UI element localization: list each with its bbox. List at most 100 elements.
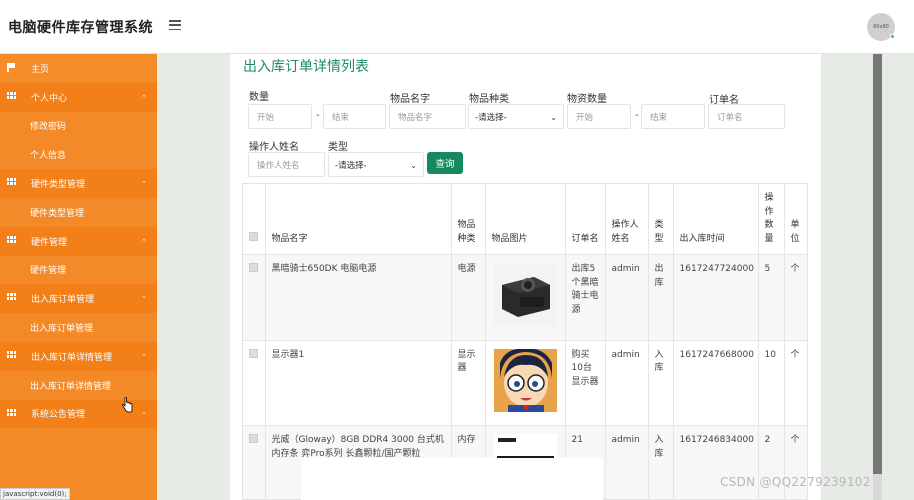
- stock-qty-label: 物资数量: [567, 94, 607, 105]
- row-checkbox-cell[interactable]: [243, 425, 266, 499]
- range-dash: -: [635, 110, 639, 121]
- type-label: 类型: [328, 142, 348, 153]
- item-type-select[interactable]: -请选择- ⌄: [468, 104, 564, 129]
- stock-end-input[interactable]: 结束: [641, 104, 705, 129]
- select-all-cell[interactable]: [243, 184, 266, 255]
- item-type-selected: -请选择-: [475, 112, 507, 123]
- chevron-down-icon: ⌄: [410, 161, 417, 170]
- operator-input[interactable]: 操作人姓名: [248, 152, 325, 177]
- sidebar-item-label: 个人中心: [31, 93, 68, 104]
- cell-qty: 5: [758, 254, 785, 341]
- grid-icon: [7, 235, 16, 245]
- col-time: 出入库时间: [673, 184, 759, 255]
- sidebar-item-label: 出入库订单详情管理: [30, 381, 112, 392]
- range-dash: -: [316, 110, 320, 121]
- row-checkbox-cell[interactable]: [243, 340, 266, 426]
- sidebar-item-8[interactable]: 出入库订单管理 ⌃: [0, 284, 157, 314]
- chevron-up-icon: ⌃: [141, 237, 147, 246]
- sidebar-item-11[interactable]: 出入库订单详情管理: [0, 371, 157, 400]
- chevron-up-icon: ⌃: [141, 93, 147, 102]
- cell-qty: 10: [758, 340, 785, 426]
- quantity-start-input[interactable]: 开始: [248, 104, 312, 129]
- cell-unit: 个: [784, 254, 807, 341]
- scrollbar-thumb[interactable]: [873, 54, 882, 474]
- row-checkbox[interactable]: [249, 434, 258, 443]
- main-content: 出入库订单详情列表 数量 开始 - 结束 物品名字 物品名字 物品种类 -请选择…: [230, 54, 821, 500]
- sidebar-item-2[interactable]: 修改密码: [0, 112, 157, 141]
- sidebar-item-label: 系统公告管理: [31, 410, 86, 421]
- cell-order-name: 购买10台显示器: [565, 340, 606, 426]
- cell-operator: admin: [605, 340, 649, 426]
- sidebar-item-label: 主页: [31, 64, 50, 75]
- watermark: CSDN @QQ2279239102: [720, 475, 871, 489]
- col-unit: 单位: [784, 184, 807, 255]
- type-select[interactable]: -请选择- ⌄: [328, 152, 424, 177]
- content-gutter: [157, 54, 230, 500]
- sidebar-item-7[interactable]: 硬件管理: [0, 256, 157, 285]
- order-name-input[interactable]: 订单名: [708, 104, 785, 129]
- item-name-input[interactable]: 物品名字: [389, 104, 466, 129]
- row-checkbox[interactable]: [249, 348, 258, 358]
- sidebar-item-label: 个人信息: [30, 151, 67, 162]
- sidebar-item-0[interactable]: 主页: [0, 54, 157, 83]
- table-row[interactable]: 显示器1 显示器 购买10台显示器 admin 入库 1617247668000 10 个: [243, 340, 807, 426]
- flag-icon: [7, 63, 16, 72]
- page-title: 出入库订单详情列表: [243, 59, 369, 75]
- online-status-dot: [890, 34, 895, 39]
- cell-operator: admin: [605, 425, 649, 499]
- grid-icon: [7, 293, 16, 302]
- status-bar: javascript:void(0);: [0, 488, 70, 500]
- hand-cursor-icon: [121, 397, 133, 413]
- col-qty: 操作数量: [758, 184, 785, 255]
- stock-start-input[interactable]: 开始: [567, 104, 631, 129]
- sidebar-item-5[interactable]: 硬件类型管理: [0, 198, 157, 227]
- item-type-label: 物品种类: [469, 94, 509, 105]
- select-all-checkbox[interactable]: [249, 231, 258, 241]
- table-row[interactable]: 黑暗骑士650DK 电脑电源 电源 出库5个黑暗骑士电源 admin 出库 1617247…: [243, 254, 807, 341]
- cell-item-image: [485, 340, 566, 426]
- cell-order-name: 出库5个黑暗骑士电源: [565, 254, 606, 341]
- top-header: 电脑硬件库存管理系统 80x80: [0, 0, 914, 54]
- sidebar-item-12[interactable]: 系统公告管理 ⌃: [0, 399, 157, 429]
- cell-unit: 个: [784, 340, 807, 426]
- power-supply-photo: [493, 263, 557, 326]
- menu-toggle-icon[interactable]: [169, 20, 181, 30]
- grid-icon: [7, 350, 16, 360]
- popup-overlay: [301, 458, 603, 500]
- chevron-down-icon: ⌄: [550, 113, 557, 122]
- col-order-name: 订单名: [565, 184, 606, 255]
- row-checkbox-cell[interactable]: [243, 254, 266, 341]
- chevron-up-icon: ⌃: [141, 352, 147, 361]
- table-header-row: 物品名字 物品种类 物品图片 订单名 操作人姓名 类型 出入库时间 操作数量 单…: [243, 184, 807, 255]
- grid-icon: [7, 408, 16, 418]
- sidebar-item-9[interactable]: 出入库订单管理: [0, 313, 157, 342]
- chevron-up-icon: ⌃: [141, 410, 147, 419]
- right-gutter: [821, 54, 914, 500]
- query-button[interactable]: 查询: [427, 152, 463, 174]
- row-checkbox[interactable]: [249, 263, 258, 272]
- sidebar-item-1[interactable]: 个人中心 ⌃: [0, 82, 157, 112]
- sidebar-item-4[interactable]: 硬件类型管理 ⌃: [0, 169, 157, 198]
- quantity-end-input[interactable]: 结束: [323, 104, 386, 129]
- sidebar-item-label: 硬件类型管理: [30, 208, 85, 219]
- quantity-label: 数量: [249, 92, 269, 103]
- cell-item-kind: 显示器: [451, 340, 486, 426]
- sidebar-item-label: 硬件类型管理: [31, 180, 86, 191]
- sidebar-item-label: 修改密码: [30, 122, 67, 133]
- cell-type: 出库: [648, 254, 674, 341]
- sidebar-item-label: 出入库订单管理: [31, 295, 95, 306]
- sidebar-item-6[interactable]: 硬件管理 ⌃: [0, 226, 157, 256]
- avatar-placeholder-text: 80x80: [873, 24, 889, 30]
- sidebar-item-label: 硬件管理: [30, 266, 67, 277]
- app-title: 电脑硬件库存管理系统: [8, 20, 153, 36]
- sidebar-item-3[interactable]: 个人信息: [0, 140, 157, 169]
- page-scrollbar[interactable]: [873, 54, 882, 500]
- sidebar-item-10[interactable]: 出入库订单详情管理 ⌃: [0, 341, 157, 371]
- avatar[interactable]: 80x80: [867, 13, 895, 41]
- sidebar-item-label: 出入库订单管理: [30, 324, 94, 335]
- cell-item-name: 黑暗骑士650DK 电脑电源: [265, 254, 452, 341]
- col-operator: 操作人姓名: [605, 184, 649, 255]
- cell-time: 1617247724000: [673, 254, 759, 341]
- cell-time: 1617247668000: [673, 340, 759, 426]
- anime-character-photo: [493, 348, 557, 412]
